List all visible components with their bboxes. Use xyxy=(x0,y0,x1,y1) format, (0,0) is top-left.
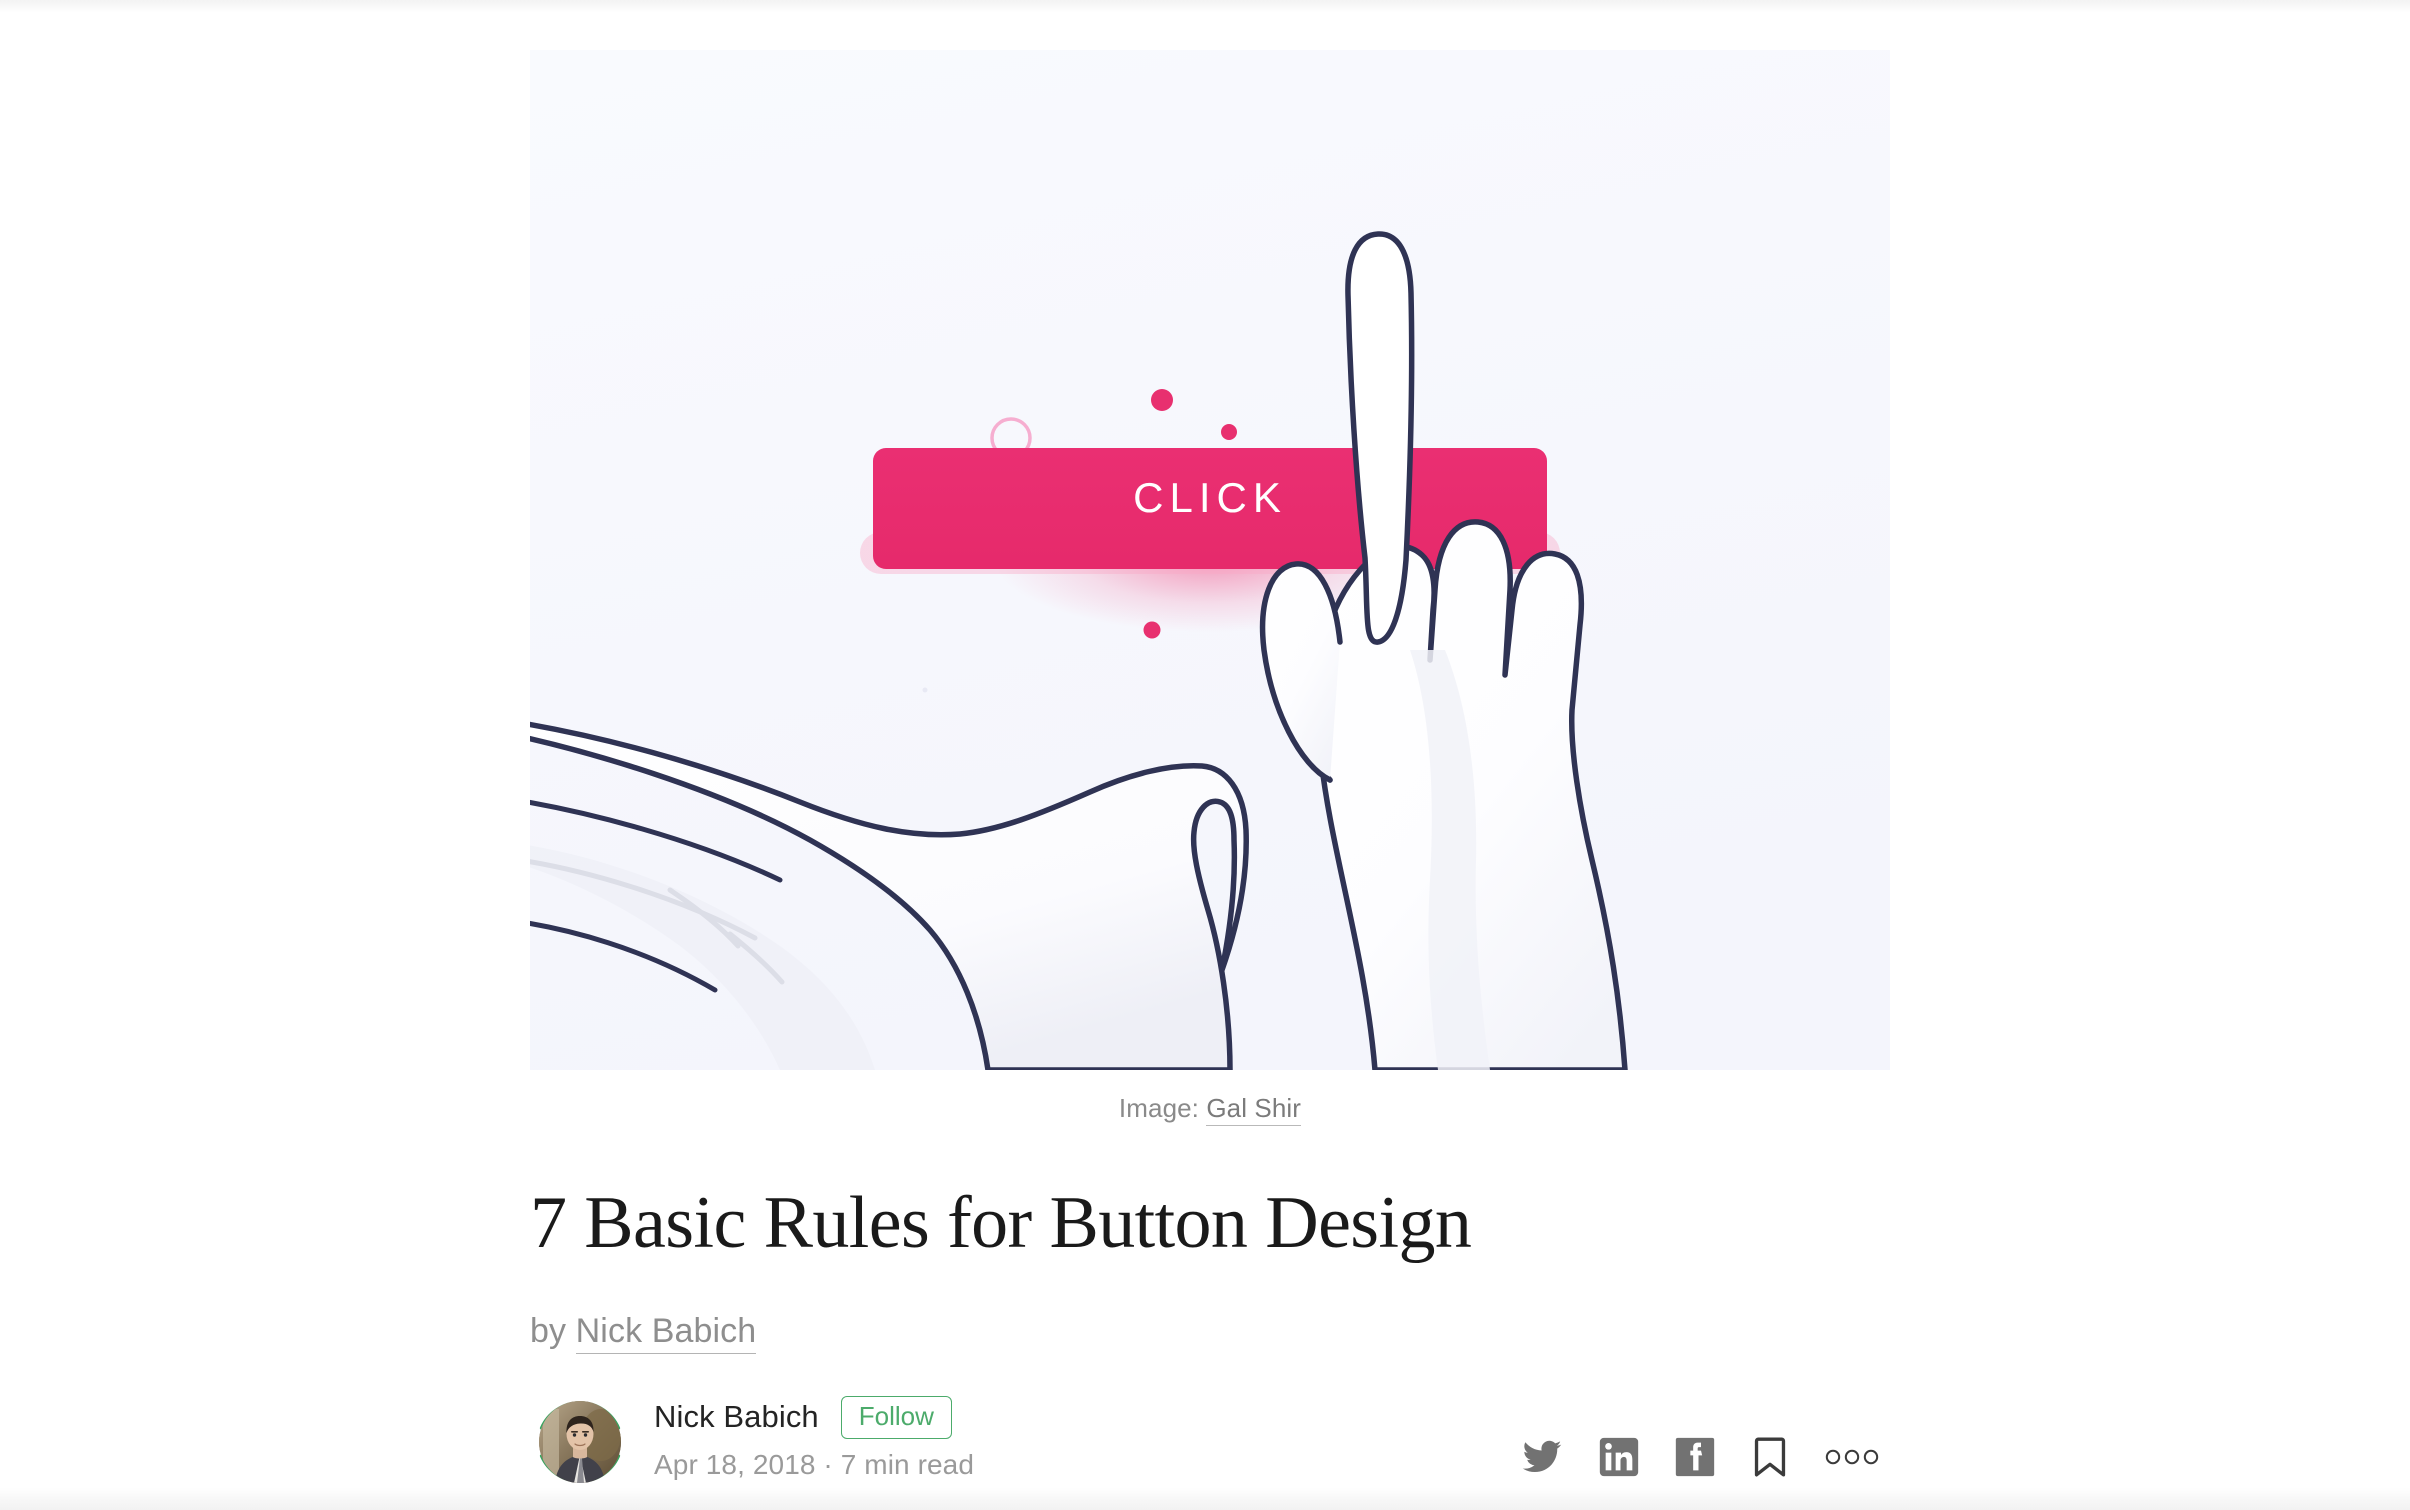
read-time: 7 min read xyxy=(840,1448,975,1480)
author-name[interactable]: Nick Babich xyxy=(654,1399,819,1435)
bottom-bar xyxy=(0,1488,2410,1510)
byline-author-link[interactable]: Nick Babich xyxy=(575,1312,757,1355)
image-caption: Image: Gal Shir xyxy=(530,1093,1890,1126)
avatar[interactable] xyxy=(530,1392,630,1492)
article-page: CLICK Image: Gal Shir 7 Basic Rules for … xyxy=(0,0,2410,1510)
hero-illustration: CLICK xyxy=(530,50,1890,1070)
byline: by Nick Babich xyxy=(530,1312,1890,1355)
top-header-strip xyxy=(0,0,2410,13)
decor-dot-small xyxy=(1221,424,1237,440)
article-meta: Apr 18, 2018 · 7 min read xyxy=(654,1449,974,1481)
decor-dot-tiny-b xyxy=(922,687,928,693)
author-name-row: Nick Babich Follow xyxy=(654,1396,974,1439)
share-actions xyxy=(1521,1391,1890,1478)
article-body: CLICK Image: Gal Shir 7 Basic Rules for … xyxy=(530,50,1890,1355)
hero-artwork: CLICK xyxy=(530,50,1890,1070)
linkedin-icon[interactable] xyxy=(1599,1437,1639,1477)
facebook-icon[interactable] xyxy=(1675,1437,1715,1477)
author-text-block: Nick Babich Follow Apr 18, 2018 · 7 min … xyxy=(654,1391,974,1481)
byline-prefix: by xyxy=(530,1312,576,1351)
twitter-icon[interactable] xyxy=(1521,1436,1563,1478)
publish-date: Apr 18, 2018 xyxy=(654,1448,816,1480)
follow-button[interactable]: Follow xyxy=(840,1396,952,1439)
avatar-portrait xyxy=(539,1401,621,1483)
decor-dot-large xyxy=(1151,389,1173,411)
click-button-label: CLICK xyxy=(1133,474,1287,521)
author-meta-row: Nick Babich Follow Apr 18, 2018 · 7 min … xyxy=(530,1391,1890,1501)
caption-credit-link[interactable]: Gal Shir xyxy=(1206,1093,1302,1126)
author-info: Nick Babich Follow Apr 18, 2018 · 7 min … xyxy=(530,1391,974,1492)
page-title: 7 Basic Rules for Button Design xyxy=(530,1182,1472,1264)
caption-prefix: Image: xyxy=(1118,1093,1207,1123)
meta-separator: · xyxy=(815,1448,841,1480)
bookmark-icon[interactable] xyxy=(1751,1436,1789,1478)
avatar-photo xyxy=(539,1401,621,1483)
more-options-icon[interactable] xyxy=(1825,1447,1879,1467)
